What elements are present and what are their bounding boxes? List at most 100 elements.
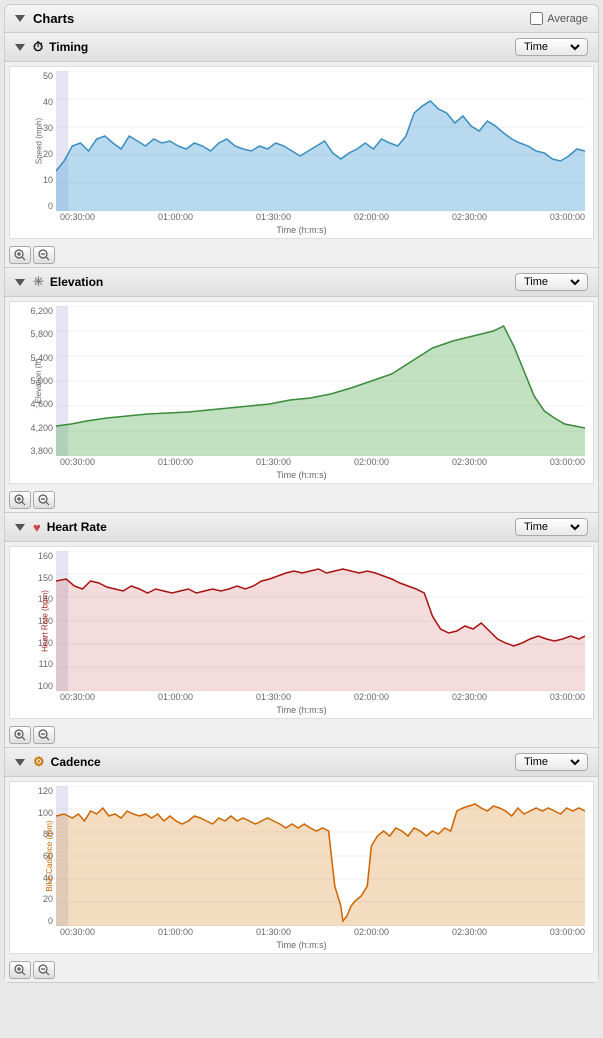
cadence-chart-area	[56, 786, 585, 926]
cadence-y-120: 120	[38, 786, 53, 796]
elev-y-label: Elevation (ft)	[34, 359, 43, 404]
heartrate-select-input[interactable]: Time Distance	[520, 520, 583, 534]
timing-x-0200: 02:00:00	[354, 212, 389, 222]
cadence-header: ⚙ Cadence Time Distance	[5, 748, 598, 777]
elevation-icon: ✳	[33, 274, 44, 290]
elevation-time-select[interactable]: Time Distance	[515, 273, 588, 291]
clock-icon: ⏱	[33, 39, 43, 55]
elev-y-5800: 5,800	[30, 329, 53, 339]
speed-y-0: 0	[48, 201, 53, 211]
charts-header: Charts Average	[5, 5, 598, 33]
cadence-zoom-out[interactable]	[33, 961, 55, 979]
cadence-x-title: Time (h:m:s)	[18, 939, 585, 953]
hr-x-0300: 03:00:00	[550, 692, 585, 702]
cadence-title: Cadence	[51, 755, 101, 769]
cadence-time-select[interactable]: Time Distance	[515, 753, 588, 771]
timing-zoom-in[interactable]	[9, 246, 31, 264]
average-label: Average	[547, 13, 588, 25]
collapse-icon[interactable]	[15, 15, 25, 22]
elev-y-4200: 4,200	[30, 423, 53, 433]
timing-x-0100: 01:00:00	[158, 212, 193, 222]
hr-y-110: 110	[39, 659, 53, 669]
heartrate-section: ♥ Heart Rate Time Distance Heart Rate (b…	[5, 513, 598, 748]
cadence-y-20: 20	[43, 894, 53, 904]
cadence-icon: ⚙	[33, 754, 45, 770]
elevation-zoom-out[interactable]	[33, 491, 55, 509]
timing-zoom-out[interactable]	[33, 246, 55, 264]
hr-x-0100: 01:00:00	[158, 692, 193, 702]
heartrate-title: Heart Rate	[47, 520, 107, 534]
timing-x-title: Time (h:m:s)	[18, 224, 585, 238]
timing-x-0300: 03:00:00	[550, 212, 585, 222]
cadence-chart-wrap: Bike Cadence (rpm) 120 100 80 60 40 20 0	[18, 786, 585, 926]
elevation-zoom-in[interactable]	[9, 491, 31, 509]
cadence-x-0300: 03:00:00	[550, 927, 585, 937]
timing-title-group: ⏱ Timing	[15, 39, 88, 55]
hr-y-160: 160	[38, 551, 53, 561]
timing-collapse-icon[interactable]	[15, 44, 25, 51]
cadence-y-0: 0	[48, 916, 53, 926]
speed-y-label: Speed (mph)	[35, 118, 44, 164]
cadence-title-group: ⚙ Cadence	[15, 754, 101, 770]
timing-zoom-controls	[5, 243, 598, 267]
heartrate-collapse-icon[interactable]	[15, 524, 25, 531]
heartrate-zoom-out[interactable]	[33, 726, 55, 744]
elevation-chart-wrap: Elevation (ft) 6,200 5,800 5,400 5,000 4…	[18, 306, 585, 456]
charts-panel: Charts Average ⏱ Timing Time Distance	[4, 4, 599, 983]
heartrate-header: ♥ Heart Rate Time Distance	[5, 513, 598, 542]
elev-x-0230: 02:30:00	[452, 457, 487, 467]
cadence-x-0100: 01:00:00	[158, 927, 193, 937]
timing-x-axis: 00:30:00 01:00:00 01:30:00 02:00:00 02:3…	[18, 211, 585, 224]
cadence-x-axis: 00:30:00 01:00:00 01:30:00 02:00:00 02:3…	[18, 926, 585, 939]
hr-x-0200: 02:00:00	[354, 692, 389, 702]
cadence-section: ⚙ Cadence Time Distance Bike Cadence (rp…	[5, 748, 598, 982]
heartrate-zoom-in[interactable]	[9, 726, 31, 744]
elev-y-6200: 6,200	[30, 306, 53, 316]
speed-y-40: 40	[43, 97, 53, 107]
elevation-select-input[interactable]: Time Distance	[520, 275, 583, 289]
hr-y-150: 150	[38, 573, 53, 583]
timing-x-0030: 00:30:00	[60, 212, 95, 222]
cadence-zoom-in[interactable]	[9, 961, 31, 979]
elevation-header: ✳ Elevation Time Distance	[5, 268, 598, 297]
timing-time-select[interactable]: Time Distance	[515, 38, 588, 56]
cadence-collapse-icon[interactable]	[15, 759, 25, 766]
cadence-x-0230: 02:30:00	[452, 927, 487, 937]
timing-chart-area	[56, 71, 585, 211]
hr-y-100: 100	[38, 681, 53, 691]
heartrate-time-select[interactable]: Time Distance	[515, 518, 588, 536]
speed-y-20: 20	[43, 149, 53, 159]
timing-x-0230: 02:30:00	[452, 212, 487, 222]
elev-x-0300: 03:00:00	[550, 457, 585, 467]
elev-x-0130: 01:30:00	[256, 457, 291, 467]
timing-title: Timing	[49, 40, 88, 54]
heartrate-svg	[56, 551, 585, 691]
elevation-svg	[56, 306, 585, 456]
elev-x-0100: 01:00:00	[158, 457, 193, 467]
cadence-select-input[interactable]: Time Distance	[520, 755, 583, 769]
heartrate-zoom-controls	[5, 723, 598, 747]
elevation-title: Elevation	[50, 275, 103, 289]
timing-select-input[interactable]: Time Distance	[520, 40, 583, 54]
elevation-collapse-icon[interactable]	[15, 279, 25, 286]
timing-header: ⏱ Timing Time Distance	[5, 33, 598, 62]
elev-x-0030: 00:30:00	[60, 457, 95, 467]
cadence-x-0030: 00:30:00	[60, 927, 95, 937]
elevation-zoom-controls	[5, 488, 598, 512]
speed-y-10: 10	[43, 175, 53, 185]
hr-x-0230: 02:30:00	[452, 692, 487, 702]
hr-x-0130: 01:30:00	[256, 692, 291, 702]
timing-x-0130: 01:30:00	[256, 212, 291, 222]
heartrate-title-group: ♥ Heart Rate	[15, 520, 107, 535]
heart-icon: ♥	[33, 520, 41, 535]
average-checkbox[interactable]	[530, 12, 543, 25]
timing-section: ⏱ Timing Time Distance Speed (mph) 50 40	[5, 33, 598, 268]
elev-x-0200: 02:00:00	[354, 457, 389, 467]
heartrate-chart-wrap: Heart Rate (bpm) 160 150 140 130 120 110…	[18, 551, 585, 691]
heartrate-x-title: Time (h:m:s)	[18, 704, 585, 718]
cadence-x-0200: 02:00:00	[354, 927, 389, 937]
heartrate-x-axis: 00:30:00 01:00:00 01:30:00 02:00:00 02:3…	[18, 691, 585, 704]
charts-title: Charts	[33, 11, 74, 26]
heartrate-chart-area	[56, 551, 585, 691]
elev-y-3800: 3,800	[30, 446, 53, 456]
